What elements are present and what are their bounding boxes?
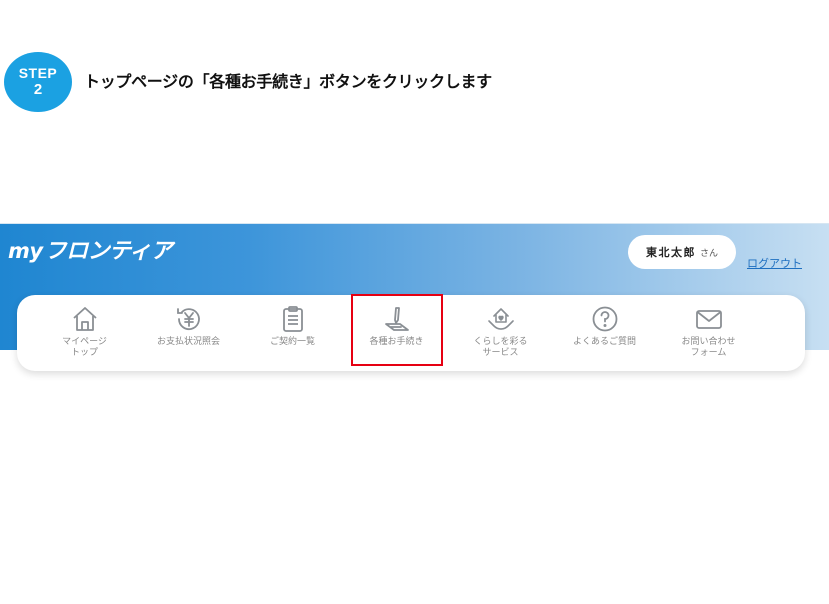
nav-label: ご契約一覧: [269, 337, 315, 347]
house-hands-icon: [487, 308, 514, 330]
nav-label: くらしを彩る サービス: [473, 337, 528, 358]
nav-item-payment-status[interactable]: お支払状況照会: [136, 295, 241, 371]
yen-history-icon: [176, 308, 200, 331]
question-icon: [592, 306, 617, 332]
logout-link[interactable]: ログアウト: [747, 255, 802, 271]
nav-label: 各種お手続き: [369, 337, 424, 347]
pen-form-icon: [384, 307, 409, 331]
mail-icon: [695, 310, 722, 329]
nav-item-contact-form[interactable]: お問い合わせ フォーム: [656, 295, 761, 371]
logo-text: フロンティア: [44, 239, 173, 264]
home-icon: [72, 307, 97, 331]
instruction-text: トップページの「各種お手続き」ボタンをクリックします: [84, 72, 492, 91]
user-suffix: さん: [699, 248, 718, 259]
nav-item-contract-list[interactable]: ご契約一覧: [240, 295, 345, 371]
nav-item-mypage-top[interactable]: マイページ トップ: [32, 295, 137, 371]
nav-label: お支払状況照会: [156, 337, 220, 347]
nav-item-faq[interactable]: よくあるご質問: [552, 295, 657, 371]
nav-item-lifestyle-services[interactable]: くらしを彩る サービス: [448, 295, 553, 371]
nav-label: マイページ トップ: [62, 337, 107, 358]
step-number: 2: [33, 81, 43, 99]
user-name: 東北太郎: [645, 246, 696, 259]
step-word: STEP: [18, 65, 58, 82]
main-nav: マイページ トップ お支払状況照会 ご契約一覧 各種お手続き くらしを彩る サー…: [17, 295, 805, 371]
clipboard-icon: [282, 306, 303, 332]
step-badge: STEP 2: [4, 52, 72, 112]
nav-item-procedures[interactable]: 各種お手続き: [344, 295, 449, 371]
nav-label: よくあるご質問: [572, 337, 636, 347]
site-logo[interactable]: myフロンティア: [8, 233, 173, 265]
user-name-pill: 東北太郎 さん: [628, 235, 736, 269]
logo-my: my: [8, 239, 43, 263]
nav-label: お問い合わせ フォーム: [681, 337, 736, 358]
